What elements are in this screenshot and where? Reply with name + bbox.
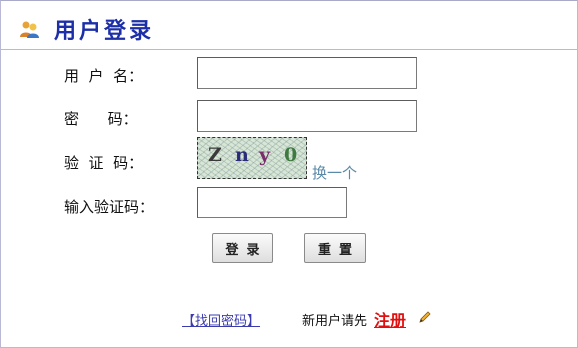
captcha-char: Z (208, 144, 222, 166)
users-icon (20, 21, 39, 38)
captcha-char: n (235, 144, 249, 166)
reset-button[interactable]: 重置 (304, 233, 366, 263)
pencil-icon (419, 311, 431, 323)
captcha-char: y (259, 144, 271, 166)
recover-password-link[interactable]: 【找回密码】 (182, 310, 260, 329)
panel-header: 用户登录 (1, 1, 577, 50)
captcha-input[interactable] (197, 187, 347, 218)
password-input[interactable] (197, 100, 417, 132)
username-input[interactable] (197, 57, 417, 89)
captcha-image[interactable]: Z n y 0 (197, 137, 307, 179)
page-title: 用户登录 (54, 18, 155, 44)
username-label: 用 户 名： (64, 67, 144, 85)
password-label: 密 码： (64, 110, 138, 128)
captcha-char: 0 (284, 144, 298, 166)
new-user-text: 新用户请先 (302, 314, 368, 329)
register-link[interactable]: 注册 (374, 307, 406, 331)
captcha-input-label: 输入验证码： (64, 198, 155, 216)
refresh-captcha-link[interactable]: 换一个 (312, 162, 357, 183)
login-button[interactable]: 登录 (212, 233, 273, 263)
captcha-label: 验 证 码： (64, 154, 144, 172)
